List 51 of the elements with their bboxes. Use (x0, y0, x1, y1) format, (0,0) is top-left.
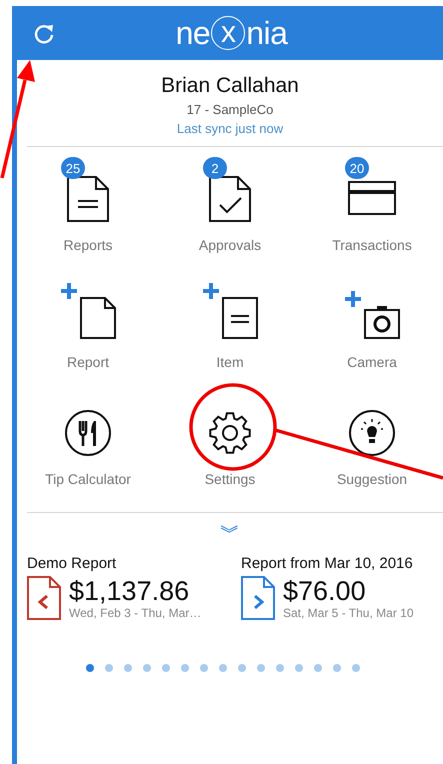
count-badge: 20 (345, 157, 369, 179)
menu-tile[interactable]: Camera (301, 272, 443, 389)
menu-tile[interactable]: 2 Approvals (159, 155, 301, 272)
count-badge: 2 (203, 157, 227, 179)
sync-status[interactable]: Last sync just now (176, 121, 284, 136)
new-document-icon (59, 282, 117, 340)
report-card[interactable]: Report from Mar 10, 2016 $76.00 Sat, Mar 5 - Thu, Mar 10 (241, 555, 443, 620)
report-amount: $1,137.86 (69, 576, 190, 606)
document-back-icon (27, 576, 61, 620)
company-name: 17 - SampleCo (186, 102, 274, 117)
new-item-icon (201, 282, 259, 340)
document-forward-icon (241, 576, 275, 620)
page-dot[interactable] (333, 664, 341, 672)
menu-tile[interactable]: Settings (159, 389, 301, 506)
report-card[interactable]: Demo Report $1,137.86 Wed, Feb 3 - Thu, Mar… (27, 555, 229, 620)
report-dates: Wed, Feb 3 - Thu, Mar… (69, 606, 202, 620)
page-dot[interactable] (162, 664, 170, 672)
logo: ne x nia (176, 14, 288, 52)
credit-card-icon (348, 181, 396, 215)
user-name: Brian Callahan (161, 74, 299, 98)
menu-tile[interactable]: Tip Calculator (17, 389, 159, 506)
page-dot[interactable] (352, 664, 360, 672)
fork-knife-icon (64, 409, 112, 457)
expand-chevron[interactable]: ︾ (220, 521, 240, 545)
document-icon (64, 175, 112, 223)
page-dot[interactable] (143, 664, 151, 672)
menu-tile[interactable]: Report (17, 272, 159, 389)
page-dot[interactable] (276, 664, 284, 672)
page-dot[interactable] (238, 664, 246, 672)
menu-tile[interactable]: Item (159, 272, 301, 389)
page-dot[interactable] (295, 664, 303, 672)
report-title: Report from Mar 10, 2016 (241, 555, 414, 572)
count-badge: 25 (61, 157, 85, 179)
page-dot[interactable] (200, 664, 208, 672)
report-amount: $76.00 (283, 576, 367, 606)
page-dot[interactable] (219, 664, 227, 672)
report-title: Demo Report (27, 555, 118, 572)
checked-document-icon (206, 175, 254, 223)
new-photo-icon (343, 290, 401, 340)
refresh-icon[interactable] (32, 22, 56, 46)
page-dot[interactable] (257, 664, 265, 672)
report-dates: Sat, Mar 5 - Thu, Mar 10 (283, 606, 414, 620)
page-dot[interactable] (105, 664, 113, 672)
page-dot[interactable] (124, 664, 132, 672)
page-dot[interactable] (86, 664, 94, 672)
lightbulb-icon (348, 409, 396, 457)
menu-tile[interactable]: 20 Transactions (301, 155, 443, 272)
page-dot[interactable] (314, 664, 322, 672)
menu-tile[interactable]: 25 Reports (17, 155, 159, 272)
menu-tile[interactable]: Suggestion (301, 389, 443, 506)
page-dot[interactable] (181, 664, 189, 672)
